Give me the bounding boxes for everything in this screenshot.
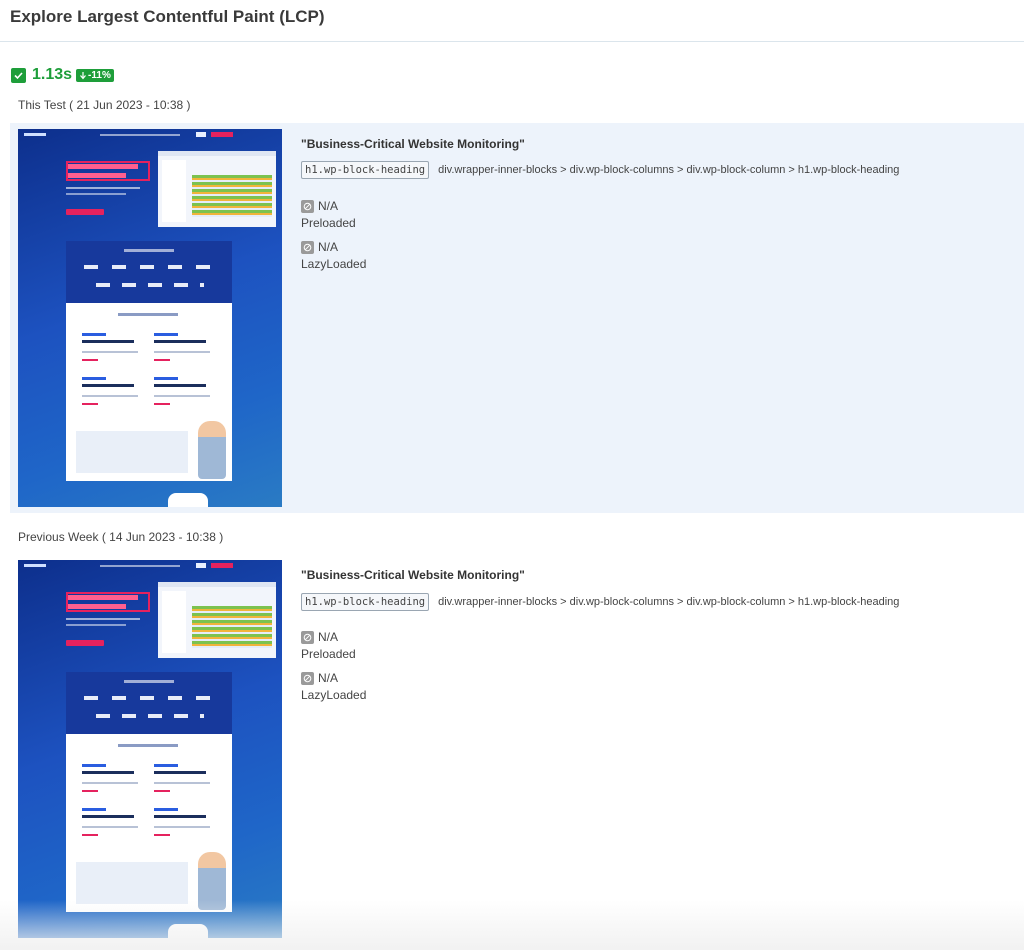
lcp-element-highlight: [66, 161, 150, 181]
page-screenshot[interactable]: [18, 560, 282, 938]
preloaded-label: Preloaded: [301, 647, 356, 661]
lazyloaded-label: LazyLoaded: [301, 257, 367, 271]
lcp-element-text: "Business-Critical Website Monitoring": [301, 137, 525, 151]
preloaded-status: N/A: [301, 199, 338, 213]
result-previous-week: "Business-Critical Website Monitoring" h…: [10, 554, 1024, 944]
lazyloaded-status: N/A: [301, 671, 338, 685]
preloaded-value: N/A: [318, 199, 339, 213]
this-test-label: This Test ( 21 Jun 2023 - 10:38 ): [18, 98, 191, 112]
lcp-element-path: div.wrapper-inner-blocks > div.wp-block-…: [438, 164, 900, 176]
delta-value: -11%: [88, 69, 111, 81]
check-icon: [11, 67, 26, 83]
lcp-element-highlight: [66, 592, 150, 612]
not-applicable-icon: [301, 240, 314, 254]
lcp-element-text: "Business-Critical Website Monitoring": [301, 568, 525, 582]
page-screenshot[interactable]: [18, 129, 282, 507]
lcp-value: 1.13s: [32, 66, 73, 83]
lcp-selector-row: h1.wp-block-heading div.wrapper-inner-bl…: [301, 161, 899, 179]
not-applicable-icon: [301, 671, 314, 685]
preloaded-label: Preloaded: [301, 216, 356, 230]
not-applicable-icon: [301, 199, 314, 213]
lcp-element-tag: h1.wp-block-heading: [301, 593, 430, 611]
lcp-element-path: div.wrapper-inner-blocks > div.wp-block-…: [438, 596, 900, 608]
page-header: Explore Largest Contentful Paint (LCP): [0, 0, 1024, 42]
page-title: Explore Largest Contentful Paint (LCP): [10, 7, 325, 26]
lcp-element-tag: h1.wp-block-heading: [301, 161, 430, 179]
lazyloaded-label: LazyLoaded: [301, 688, 367, 702]
scroll-fade: [0, 900, 1024, 950]
lazyloaded-value: N/A: [318, 240, 339, 254]
previous-week-label: Previous Week ( 14 Jun 2023 - 10:38 ): [18, 530, 224, 544]
preloaded-value: N/A: [318, 630, 339, 644]
result-this-test: "Business-Critical Website Monitoring" h…: [10, 123, 1024, 513]
lazyloaded-status: N/A: [301, 240, 338, 254]
lcp-metric: 1.13s -11%: [11, 66, 114, 84]
arrow-down-icon: [80, 71, 87, 79]
preloaded-status: N/A: [301, 630, 338, 644]
lazyloaded-value: N/A: [318, 671, 339, 685]
not-applicable-icon: [301, 630, 314, 644]
lcp-selector-row: h1.wp-block-heading div.wrapper-inner-bl…: [301, 593, 899, 611]
delta-badge: -11%: [76, 68, 114, 82]
